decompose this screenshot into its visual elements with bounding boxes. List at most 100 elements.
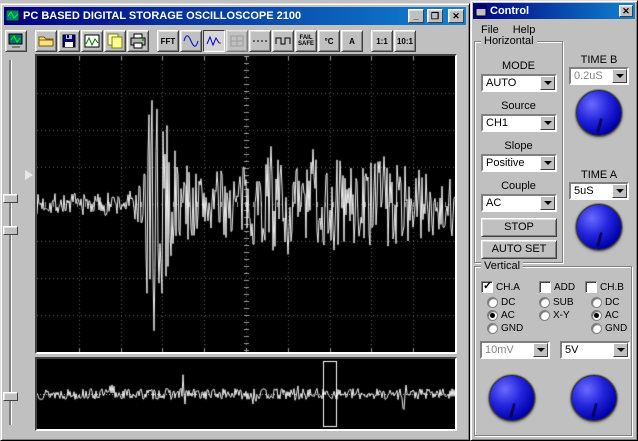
- channel-b-volts-knob[interactable]: [571, 375, 617, 421]
- time-b-knob[interactable]: [576, 90, 622, 136]
- close-button[interactable]: ✕: [448, 9, 464, 23]
- chevron-down-icon[interactable]: [540, 156, 555, 170]
- channel-a-dc-radio[interactable]: DC: [487, 297, 515, 308]
- sub-radio[interactable]: SUB: [539, 297, 574, 308]
- channel-a-ac-radio[interactable]: AC: [487, 310, 515, 321]
- channel-a-position-slider[interactable]: [3, 194, 18, 203]
- linear-interpolation-button[interactable]: [203, 30, 225, 52]
- main-titlebar[interactable]: PC BASED DIGITAL STORAGE OSCILLOSCOPE 21…: [4, 7, 466, 25]
- minimize-button[interactable]: _: [408, 9, 424, 23]
- open-file-button[interactable]: [35, 30, 57, 52]
- channel-a-volts-select[interactable]: 10mV: [480, 341, 550, 359]
- radio-icon: [591, 310, 602, 321]
- control-window-title: Control: [490, 5, 530, 17]
- auto-set-button[interactable]: AUTO SET: [481, 240, 557, 259]
- linear-interpolation-icon: [206, 33, 222, 49]
- channel-b-volts-select[interactable]: 5V: [560, 341, 630, 359]
- dotted-trace-icon: [252, 33, 268, 49]
- control-titlebar[interactable]: Control ✕: [473, 3, 635, 19]
- vertical-group: Vertical CH.A ADD CH.B DC: [474, 260, 632, 436]
- waveform-window-button[interactable]: [81, 30, 103, 52]
- checkbox-icon: [585, 281, 597, 293]
- toolbar: FFT FAIL SAFE °C A 1:1 10:1: [1, 28, 469, 54]
- source-select[interactable]: CH1: [481, 114, 557, 132]
- maximize-button[interactable]: ❐: [427, 9, 443, 23]
- time-a-select[interactable]: 5uS: [569, 182, 629, 200]
- main-scope-display[interactable]: [35, 54, 457, 354]
- control-icon: [475, 5, 487, 17]
- grid-toggle-icon: [229, 33, 245, 49]
- waveform-window-icon: [84, 33, 100, 49]
- time-a-knob[interactable]: [576, 204, 622, 250]
- chevron-down-icon[interactable]: [540, 116, 555, 130]
- save-file-button[interactable]: [58, 30, 80, 52]
- grid-toggle-button[interactable]: [226, 30, 248, 52]
- channel-b-dc-radio[interactable]: DC: [591, 297, 619, 308]
- radio-icon: [591, 323, 602, 334]
- fail-safe-button[interactable]: FAIL SAFE: [295, 30, 317, 52]
- print-icon: [130, 33, 146, 49]
- control-close-button[interactable]: ✕: [619, 5, 633, 17]
- source-label: Source: [501, 100, 536, 112]
- radio-icon: [539, 310, 550, 321]
- chevron-down-icon[interactable]: [613, 343, 628, 357]
- radio-icon: [487, 297, 498, 308]
- stop-button[interactable]: STOP: [481, 218, 557, 237]
- open-file-icon: [38, 33, 54, 49]
- radio-icon: [591, 297, 602, 308]
- slope-select[interactable]: Positive: [481, 154, 557, 172]
- ampere-button[interactable]: A: [341, 30, 363, 52]
- add-checkbox[interactable]: ADD: [539, 281, 575, 293]
- scope-area: [1, 54, 469, 438]
- square-wave-icon: [275, 33, 291, 49]
- probe-10-1-label: 10:1: [396, 36, 413, 46]
- trigger-level-marker[interactable]: [25, 170, 33, 180]
- mode-label: MODE: [502, 60, 535, 72]
- control-body: Horizontal MODE AUTO Source CH1 Slope Po…: [471, 35, 637, 440]
- horizontal-group-label: Horizontal: [481, 35, 537, 47]
- channel-b-ac-radio[interactable]: AC: [591, 310, 619, 321]
- dual-window-button[interactable]: [104, 30, 126, 52]
- checkbox-icon: [539, 281, 551, 293]
- app-icon: [5, 9, 20, 23]
- celsius-button[interactable]: °C: [318, 30, 340, 52]
- desktop: PC BASED DIGITAL STORAGE OSCILLOSCOPE 21…: [0, 0, 638, 441]
- time-b-select[interactable]: 0.2uS: [569, 67, 629, 85]
- chevron-down-icon[interactable]: [533, 343, 548, 357]
- vertical-group-label: Vertical: [481, 260, 524, 272]
- probe-10-1-button[interactable]: 10:1: [394, 30, 416, 52]
- channel-b-gnd-radio[interactable]: GND: [591, 323, 627, 334]
- square-wave-button[interactable]: [272, 30, 294, 52]
- radio-icon: [539, 297, 550, 308]
- sine-interpolation-button[interactable]: [180, 30, 202, 52]
- channel-b-position-slider[interactable]: [3, 226, 18, 235]
- radio-icon: [487, 310, 498, 321]
- main-window-title: PC BASED DIGITAL STORAGE OSCILLOSCOPE 21…: [23, 10, 302, 22]
- chevron-down-icon[interactable]: [540, 196, 555, 210]
- dual-window-icon: [107, 33, 123, 49]
- channel-b-enable-checkbox[interactable]: CH.B: [585, 281, 624, 293]
- time-a-label: TIME A: [580, 169, 618, 181]
- channel-a-gnd-radio[interactable]: GND: [487, 323, 523, 334]
- radio-icon: [487, 323, 498, 334]
- fft-button[interactable]: FFT: [157, 30, 179, 52]
- overview-scope-display[interactable]: [35, 357, 457, 431]
- print-button[interactable]: [127, 30, 149, 52]
- oscilloscope-window: PC BASED DIGITAL STORAGE OSCILLOSCOPE 21…: [0, 3, 470, 441]
- channel-a-volts-knob[interactable]: [489, 375, 535, 421]
- dotted-trace-button[interactable]: [249, 30, 271, 52]
- xy-radio[interactable]: X-Y: [539, 310, 570, 321]
- mode-select[interactable]: AUTO: [481, 74, 557, 92]
- couple-select[interactable]: AC: [481, 194, 557, 212]
- chevron-down-icon[interactable]: [540, 76, 555, 90]
- chevron-down-icon[interactable]: [612, 184, 627, 198]
- main-scope-canvas[interactable]: [37, 56, 455, 352]
- overview-position-slider[interactable]: [3, 392, 18, 401]
- channel-a-enable-checkbox[interactable]: CH.A: [481, 279, 520, 293]
- probe-1-1-button[interactable]: 1:1: [371, 30, 393, 52]
- acquire-run-button[interactable]: [5, 30, 27, 52]
- chevron-down-icon[interactable]: [612, 69, 627, 83]
- overview-scope-canvas[interactable]: [37, 359, 455, 429]
- couple-label: Couple: [501, 180, 536, 192]
- celsius-label: °C: [324, 36, 334, 46]
